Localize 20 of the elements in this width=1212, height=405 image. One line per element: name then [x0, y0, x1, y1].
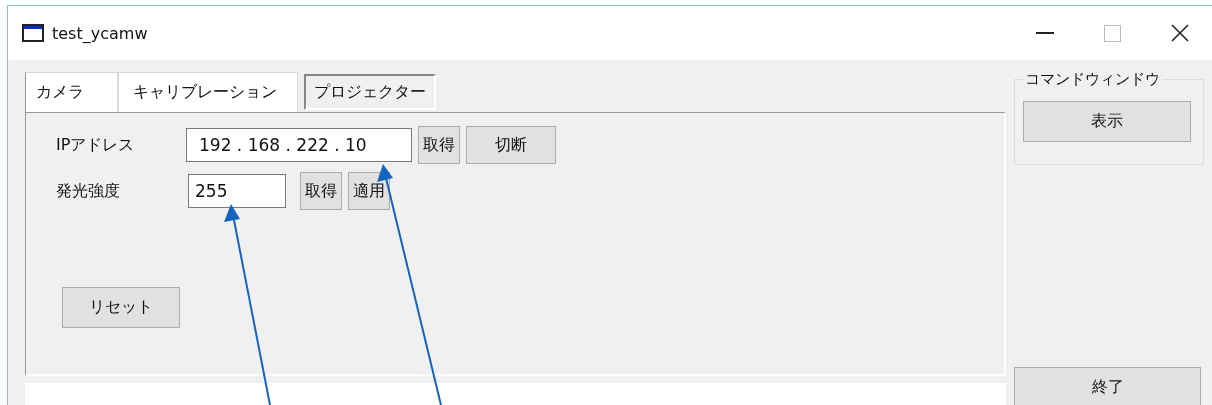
- action-button[interactable]: 切断: [466, 126, 556, 164]
- tab[interactable]: プロジェクター: [304, 74, 436, 110]
- group-title: コマンドウィンドウ: [1024, 70, 1161, 89]
- tab[interactable]: キャリブレーション: [118, 72, 298, 112]
- close-icon[interactable]: [1171, 24, 1189, 42]
- action-button[interactable]: 取得: [418, 126, 460, 164]
- window-title: test_ycamw: [52, 23, 148, 43]
- show-button[interactable]: 表示: [1023, 101, 1191, 142]
- input-field[interactable]: 192 . 168 . 222 . 10: [186, 128, 412, 162]
- reset-button[interactable]: リセット: [62, 287, 180, 328]
- field-label: IPアドレス: [56, 134, 136, 156]
- input-field[interactable]: 255: [188, 174, 286, 208]
- minimize-icon[interactable]: [1036, 32, 1054, 34]
- tab[interactable]: カメラ: [25, 72, 118, 112]
- exit-button[interactable]: 終了: [1014, 367, 1201, 405]
- window-icon: [22, 24, 44, 42]
- action-button[interactable]: 取得: [300, 172, 342, 210]
- maximize-icon[interactable]: [1104, 24, 1121, 42]
- action-button[interactable]: 適用: [348, 172, 390, 210]
- field-label: 発光強度: [56, 180, 121, 202]
